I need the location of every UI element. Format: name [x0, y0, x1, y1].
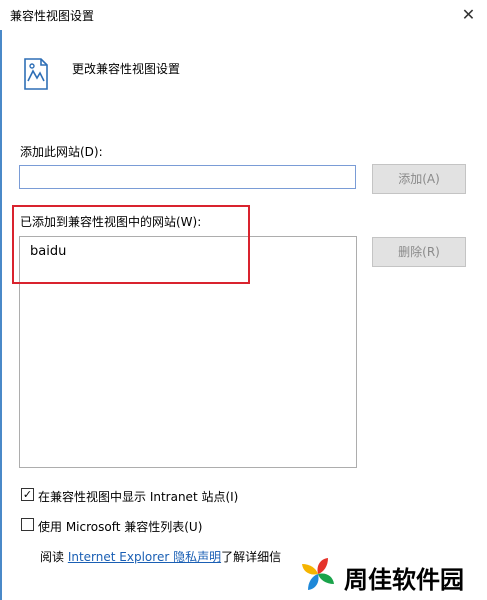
compatibility-page-icon [24, 58, 48, 90]
watermark-text: 周佳软件园 [344, 566, 464, 594]
privacy-statement: 阅读 Internet Explorer 隐私声明了解详细信 [40, 548, 281, 565]
add-site-input[interactable] [19, 165, 356, 189]
ms-list-label: 使用 Microsoft 兼容性列表(U) [38, 520, 203, 534]
intranet-label: 在兼容性视图中显示 Intranet 站点(I) [38, 490, 239, 504]
ms-list-checkbox[interactable] [21, 518, 34, 531]
privacy-suffix: 了解详细信 [221, 550, 282, 564]
site-watermark: 周佳软件园 [290, 550, 487, 600]
close-button[interactable]: ✕ [450, 0, 487, 30]
window-edge [0, 30, 2, 600]
compatibility-view-dialog: 兼容性视图设置 ✕ 更改兼容性视图设置 添加此网站(D): 添加(A) 已添加到… [0, 0, 487, 600]
intranet-checkbox[interactable]: ✓ [21, 488, 34, 501]
dialog-title: 兼容性视图设置 [10, 9, 95, 23]
title-bar: 兼容性视图设置 ✕ [0, 0, 487, 30]
add-button[interactable]: 添加(A) [372, 164, 466, 194]
header-text: 更改兼容性视图设置 [72, 62, 181, 76]
remove-button[interactable]: 删除(R) [372, 237, 466, 267]
highlight-annotation [12, 205, 250, 284]
add-site-label: 添加此网站(D): [20, 145, 103, 159]
privacy-prefix: 阅读 [40, 550, 68, 564]
privacy-link[interactable]: Internet Explorer 隐私声明 [68, 550, 221, 564]
watermark-logo-icon [302, 558, 334, 590]
